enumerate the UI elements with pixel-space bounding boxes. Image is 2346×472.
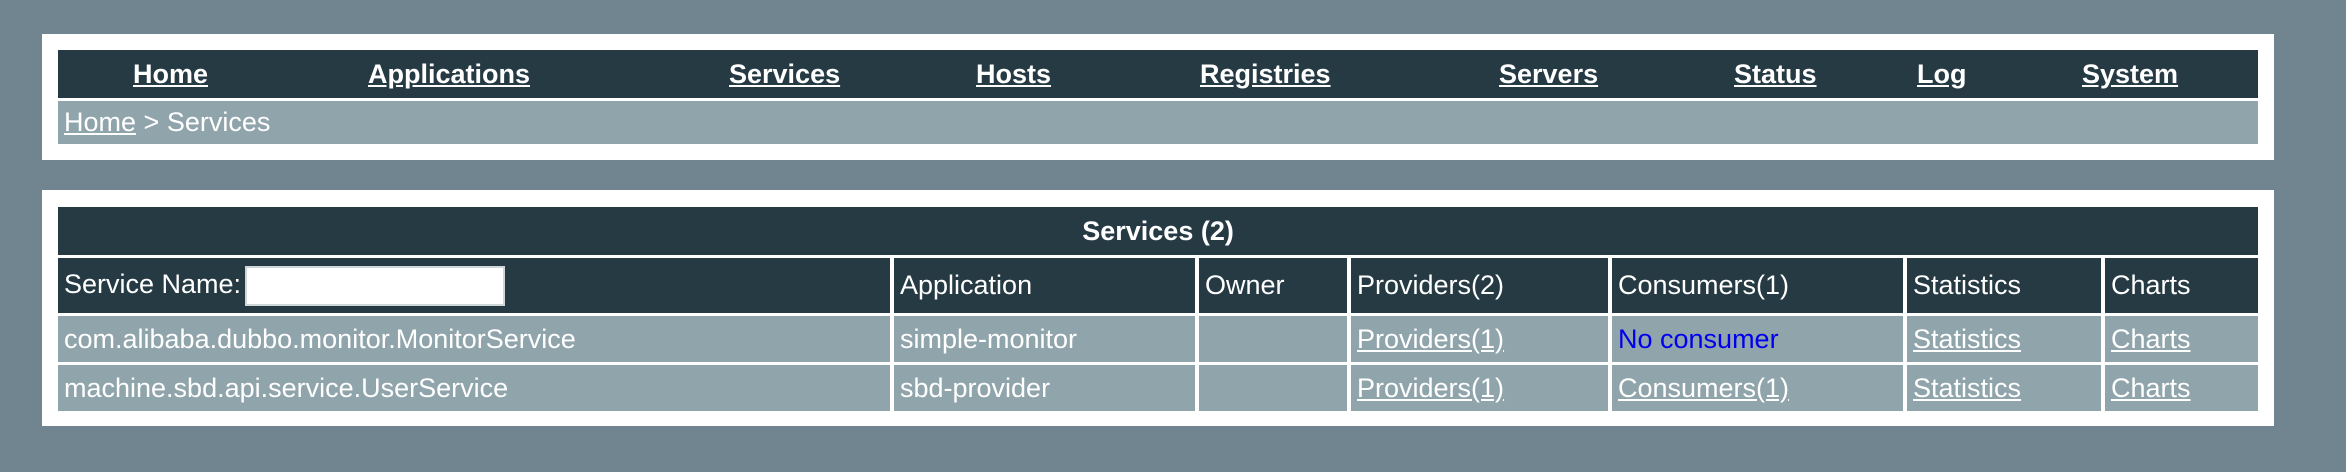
service-name-cell: com.alibaba.dubbo.monitor.MonitorService (58, 316, 894, 362)
table-row: com.alibaba.dubbo.monitor.MonitorService… (58, 316, 2259, 362)
services-table: Services (2) Service Name: Application O… (58, 204, 2259, 414)
owner-header: Owner (1199, 258, 1351, 313)
charts-cell: Charts (2105, 365, 2259, 411)
charts-link[interactable]: Charts (2111, 324, 2191, 354)
application-cell: sbd-provider (894, 365, 1199, 411)
statistics-link[interactable]: Statistics (1913, 324, 2021, 354)
providers-link[interactable]: Providers(1) (1357, 324, 1504, 354)
service-name-header: Service Name: (58, 258, 894, 313)
consumers-cell: No consumer (1612, 316, 1907, 362)
service-name-cell: machine.sbd.api.service.UserService (58, 365, 894, 411)
application-header: Application (894, 258, 1199, 313)
statistics-cell: Statistics (1907, 365, 2105, 411)
no-consumer-text: No consumer (1618, 323, 1779, 354)
breadcrumb-home-link[interactable]: Home (64, 107, 136, 137)
providers-link[interactable]: Providers(1) (1357, 373, 1504, 403)
top-navigation-panel: Home Applications Services Hosts Registr… (42, 34, 2274, 160)
providers-header: Providers(2) (1351, 258, 1612, 313)
table-row: machine.sbd.api.service.UserService sbd-… (58, 365, 2259, 411)
nav-hosts-link[interactable]: Hosts (976, 50, 1051, 98)
nav-status-link[interactable]: Status (1734, 50, 1817, 98)
owner-cell (1199, 365, 1351, 411)
providers-cell: Providers(1) (1351, 316, 1612, 362)
breadcrumb: Home > Services (58, 101, 2258, 144)
nav-servers-link[interactable]: Servers (1499, 50, 1598, 98)
statistics-header: Statistics (1907, 258, 2105, 313)
owner-cell (1199, 316, 1351, 362)
charts-cell: Charts (2105, 316, 2259, 362)
services-panel: Services (2) Service Name: Application O… (42, 190, 2274, 426)
breadcrumb-current: Services (166, 107, 271, 137)
providers-cell: Providers(1) (1351, 365, 1612, 411)
application-cell: simple-monitor (894, 316, 1199, 362)
service-name-label: Service Name: (64, 268, 242, 299)
main-menu-bar: Home Applications Services Hosts Registr… (58, 50, 2258, 98)
statistics-link[interactable]: Statistics (1913, 373, 2021, 403)
nav-system-link[interactable]: System (2082, 50, 2178, 98)
consumers-cell: Consumers(1) (1612, 365, 1907, 411)
nav-registries-link[interactable]: Registries (1200, 50, 1331, 98)
services-title: Services (2) (58, 207, 2259, 255)
nav-services-link[interactable]: Services (729, 50, 840, 98)
charts-header: Charts (2105, 258, 2259, 313)
consumers-header: Consumers(1) (1612, 258, 1907, 313)
nav-applications-link[interactable]: Applications (368, 50, 530, 98)
charts-link[interactable]: Charts (2111, 373, 2191, 403)
consumers-link[interactable]: Consumers(1) (1618, 373, 1789, 403)
service-name-search-input[interactable] (245, 265, 506, 306)
table-header-row: Service Name: Application Owner Provider… (58, 258, 2259, 313)
nav-home-link[interactable]: Home (133, 50, 208, 98)
services-title-row: Services (2) (58, 207, 2259, 255)
nav-log-link[interactable]: Log (1917, 50, 1966, 98)
statistics-cell: Statistics (1907, 316, 2105, 362)
breadcrumb-separator: > (136, 107, 167, 137)
breadcrumb-trail: Home > Services (64, 101, 270, 144)
